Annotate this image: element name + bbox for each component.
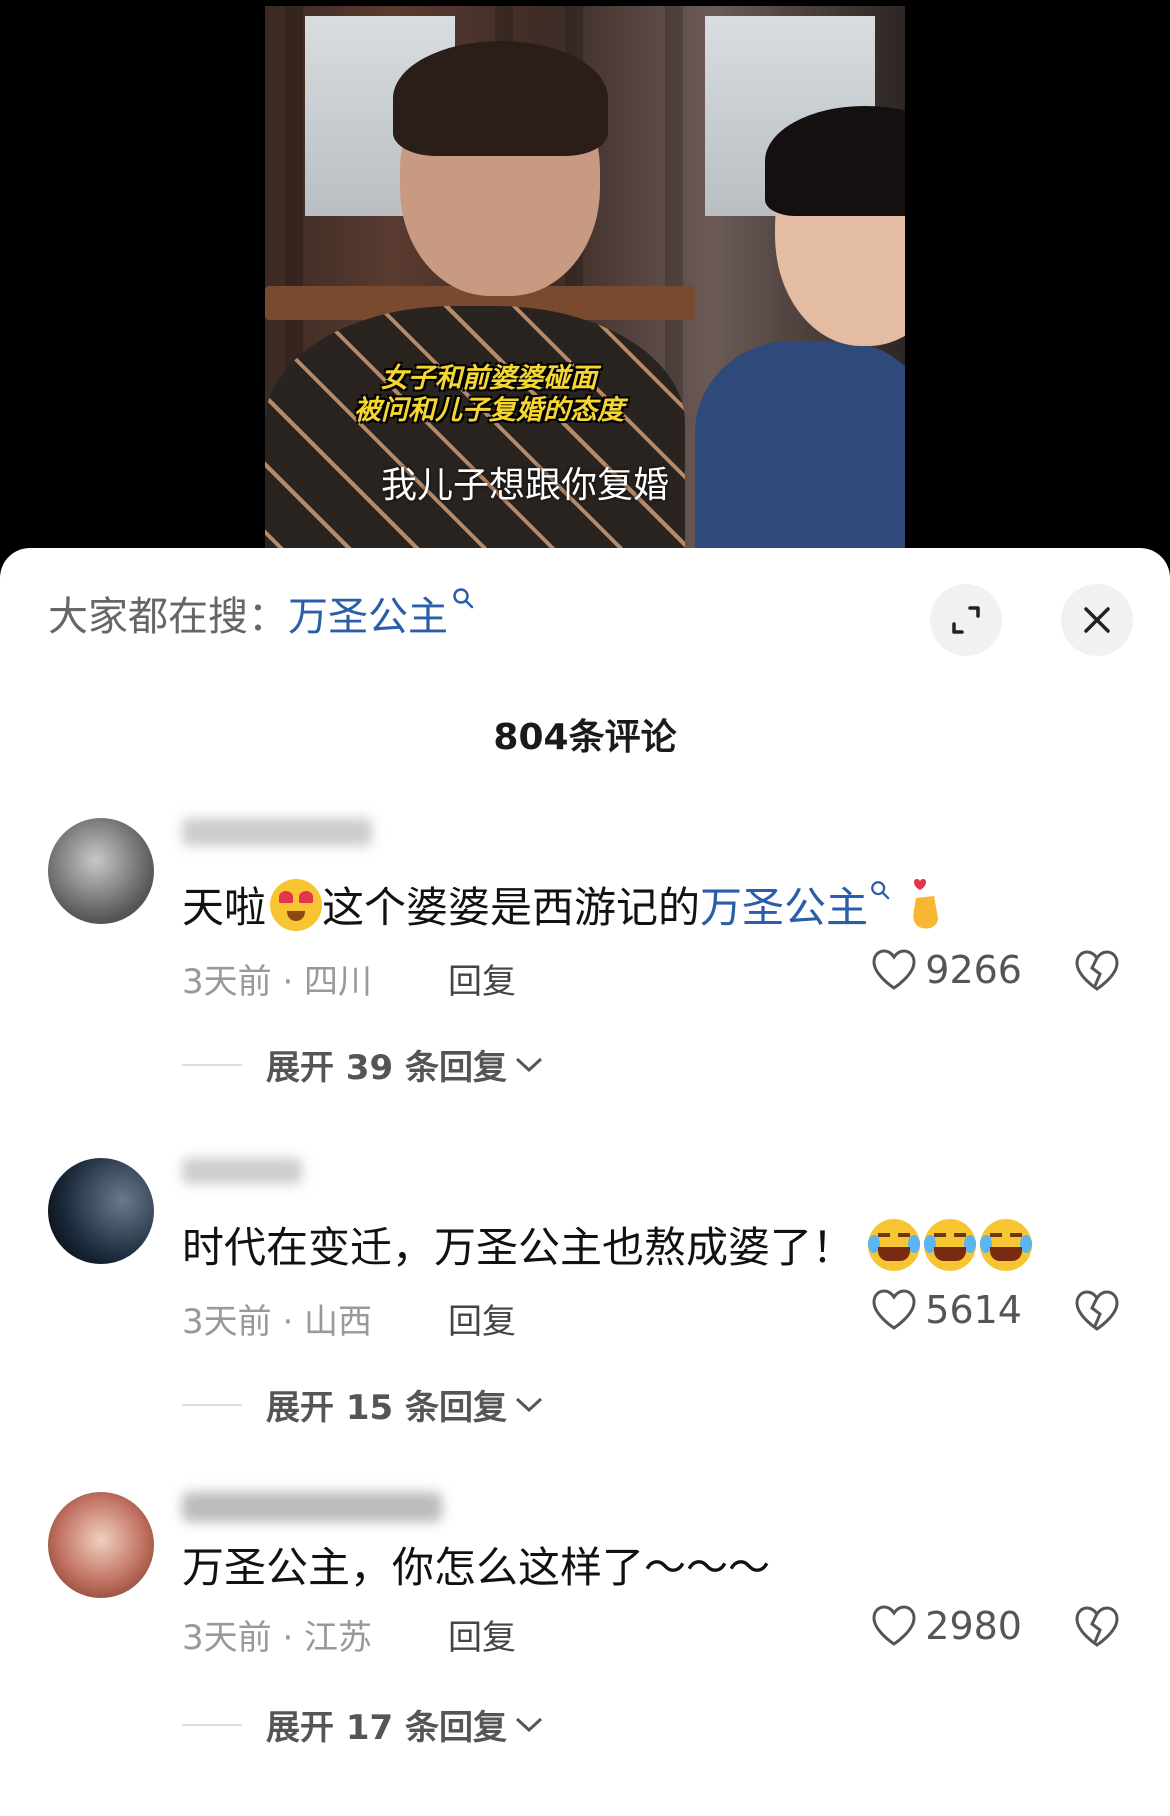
chevron-down-icon bbox=[515, 1717, 543, 1732]
reply-button[interactable]: 回复 bbox=[448, 954, 516, 1003]
avatar[interactable] bbox=[48, 1492, 154, 1598]
heart-icon bbox=[872, 949, 916, 990]
avatar[interactable] bbox=[48, 1158, 154, 1264]
username-blurred[interactable] bbox=[182, 1158, 302, 1184]
like-count: 5614 bbox=[925, 1288, 1022, 1332]
heart-icon bbox=[872, 1289, 916, 1330]
search-icon bbox=[452, 587, 474, 615]
search-term-link[interactable]: 万圣公主 bbox=[700, 874, 868, 935]
video-subtitle: 我儿子想跟你复婚 bbox=[380, 465, 669, 506]
expand-replies-button[interactable]: 展开 17 条回复 bbox=[182, 1700, 545, 1749]
dislike-button[interactable] bbox=[1074, 1290, 1120, 1336]
like-button[interactable]: 2980 bbox=[871, 1604, 1022, 1648]
comment-meta: 3天前 · 四川 bbox=[182, 962, 373, 1002]
expand-button[interactable] bbox=[930, 584, 1002, 656]
search-prefix: 大家都在搜： bbox=[48, 594, 288, 640]
expand-replies-button[interactable]: 展开 15 条回复 bbox=[182, 1380, 545, 1429]
dislike-button[interactable] bbox=[1074, 950, 1120, 996]
close-button[interactable] bbox=[1061, 584, 1133, 656]
comment-text: 万圣公主，你怎么这样了～～～ bbox=[182, 1543, 771, 1592]
comment-count: 804条评论 bbox=[493, 717, 677, 758]
comment-meta: 3天前 · 江苏 bbox=[182, 1618, 373, 1658]
like-count: 2980 bbox=[925, 1604, 1022, 1648]
laughing-emoji bbox=[868, 1218, 921, 1271]
username-blurred[interactable] bbox=[182, 1492, 442, 1522]
expand-icon bbox=[952, 606, 980, 634]
broken-heart-icon bbox=[1075, 950, 1119, 991]
video-player[interactable]: 女子和前婆婆碰面 被问和儿子复婚的态度 我儿子想跟你复婚 bbox=[0, 0, 1170, 560]
heart-icon bbox=[872, 1605, 916, 1646]
comment-text: 时代在变迁，万圣公主也熬成婆了！ bbox=[182, 1214, 1033, 1275]
broken-heart-icon bbox=[1075, 1606, 1119, 1647]
like-count: 9266 bbox=[925, 948, 1022, 992]
username-blurred[interactable] bbox=[182, 818, 372, 846]
avatar[interactable] bbox=[48, 818, 154, 924]
heart-eyes-emoji bbox=[270, 878, 323, 931]
laughing-emoji bbox=[924, 1218, 977, 1271]
search-icon bbox=[870, 880, 890, 906]
video-frame[interactable]: 女子和前婆婆碰面 被问和儿子复婚的态度 我儿子想跟你复婚 bbox=[265, 6, 905, 560]
search-suggestion[interactable]: 大家都在搜： 万圣公主 bbox=[48, 587, 474, 640]
expand-replies-button[interactable]: 展开 39 条回复 bbox=[182, 1040, 545, 1089]
like-button[interactable]: 9266 bbox=[871, 948, 1022, 992]
finger-heart-emoji bbox=[904, 878, 944, 932]
video-caption-line2: 被问和儿子复婚的态度 bbox=[354, 395, 624, 426]
comments-sheet: 大家都在搜： 万圣公主 804条评论 天啦 这个婆婆是西游记的 万圣公主 3天前… bbox=[0, 548, 1170, 1816]
chevron-down-icon bbox=[515, 1397, 543, 1412]
dislike-button[interactable] bbox=[1074, 1606, 1120, 1652]
close-icon bbox=[1084, 607, 1110, 633]
comment-text: 天啦 这个婆婆是西游记的 万圣公主 bbox=[182, 874, 944, 935]
like-button[interactable]: 5614 bbox=[871, 1288, 1022, 1332]
search-term-link[interactable]: 万圣公主 bbox=[288, 584, 448, 642]
reply-button[interactable]: 回复 bbox=[448, 1610, 516, 1659]
woman-figure bbox=[265, 306, 685, 560]
broken-heart-icon bbox=[1075, 1290, 1119, 1331]
reply-button[interactable]: 回复 bbox=[448, 1294, 516, 1343]
chevron-down-icon bbox=[515, 1057, 543, 1072]
laughing-emoji bbox=[980, 1218, 1033, 1271]
comment-meta: 3天前 · 山西 bbox=[182, 1302, 373, 1342]
